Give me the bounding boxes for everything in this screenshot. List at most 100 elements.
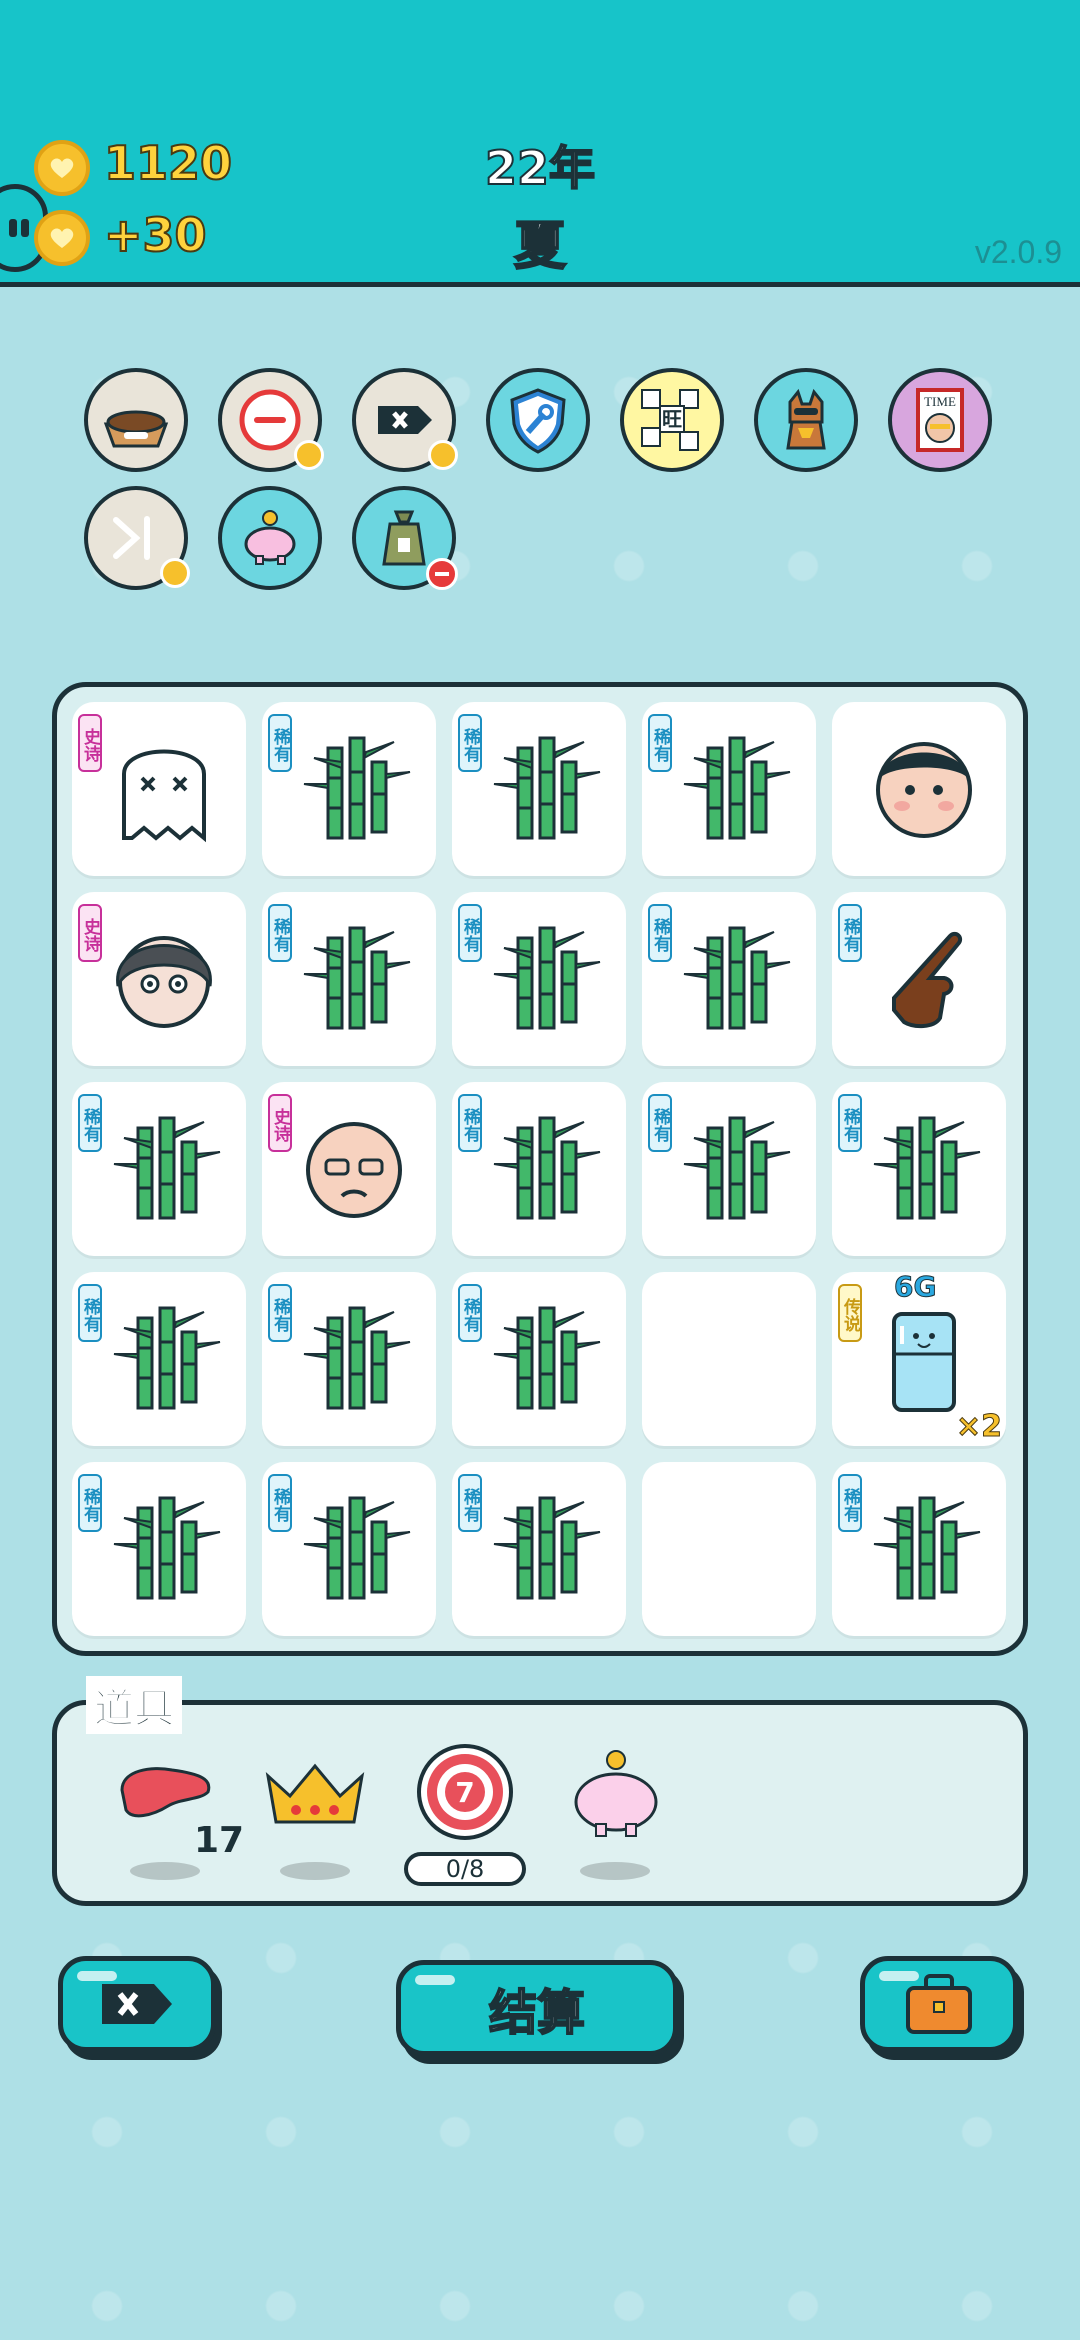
board-cell-empty[interactable] — [642, 1462, 816, 1636]
board-cell-bamboo[interactable]: 稀有 — [262, 702, 436, 876]
bamboo-icon — [104, 1298, 224, 1418]
rarity-tag: 稀有 — [458, 1474, 482, 1532]
board-cell-face-grey-hair[interactable]: 史诗 — [72, 892, 246, 1066]
board-cell-bamboo[interactable]: 稀有 — [452, 702, 626, 876]
tool-shadow — [580, 1862, 650, 1880]
relic-piggy-bank[interactable] — [218, 486, 322, 590]
rarity-tag: 史诗 — [78, 904, 102, 962]
crown-icon — [265, 1763, 365, 1824]
relic-pet-food-bowl[interactable] — [84, 368, 188, 472]
rarity-tag: 稀有 — [648, 904, 672, 962]
rarity-tag: 稀有 — [838, 1474, 862, 1532]
bamboo-icon — [294, 1488, 414, 1608]
minus-circle-icon — [239, 389, 301, 451]
relic-money-sack[interactable] — [352, 486, 458, 590]
board-cell-empty[interactable] — [642, 1272, 816, 1446]
tool-crown[interactable] — [260, 1740, 370, 1850]
rarity-tag: 稀有 — [268, 1474, 292, 1532]
board-cell-bamboo[interactable]: 稀有 — [452, 1272, 626, 1446]
relic-time-magazine[interactable]: TIME — [888, 368, 992, 472]
heart-badge-icon — [160, 558, 190, 588]
tools-title: 道具 — [86, 1676, 182, 1734]
relic-shiba-dog[interactable] — [754, 368, 858, 472]
cell-multiplier: ×2 — [955, 1409, 1002, 1445]
dartboard-number: 7 — [455, 1776, 474, 1809]
bamboo-icon — [484, 1488, 604, 1608]
delete-button[interactable] — [58, 1956, 216, 2052]
time-label: TIME — [924, 394, 956, 409]
dartboard-progress: 0/8 — [404, 1852, 526, 1886]
rarity-tag: 稀有 — [268, 904, 292, 962]
tool-shadow — [280, 1862, 350, 1880]
board-cell-bamboo[interactable]: 稀有 — [262, 892, 436, 1066]
shiba-dog-icon — [786, 388, 826, 450]
board-cell-bamboo[interactable]: 稀有 — [452, 1082, 626, 1256]
liver-count: 17 — [194, 1820, 245, 1861]
rarity-tag: 稀有 — [78, 1284, 102, 1342]
bamboo-icon — [674, 918, 794, 1038]
ghost-icon — [104, 728, 224, 848]
board-cell-bamboo[interactable]: 稀有 — [832, 1082, 1006, 1256]
briefcase-icon — [906, 1974, 972, 2034]
board-cell-face-old-man[interactable]: 史诗 — [262, 1082, 436, 1256]
bamboo-icon — [674, 728, 794, 848]
face-boy-icon — [864, 728, 984, 848]
board-cell-bamboo[interactable]: 稀有 — [452, 1462, 626, 1636]
board-cell-bamboo[interactable]: 稀有 — [72, 1082, 246, 1256]
heart-badge-icon — [294, 440, 324, 470]
board-cell-fridge[interactable]: 传说 6G ×2 — [832, 1270, 1006, 1446]
rarity-tag: 稀有 — [268, 714, 292, 772]
board-cell-pointing-hand[interactable]: 稀有 — [832, 892, 1006, 1066]
board-cell-bamboo[interactable]: 稀有 — [642, 1082, 816, 1256]
coins-per-turn: +30 — [103, 207, 208, 263]
relic-wang-tiles[interactable]: 旺 — [620, 368, 724, 472]
board-cell-bamboo[interactable]: 稀有 — [452, 892, 626, 1066]
pointing-hand-icon — [864, 918, 984, 1038]
board-cell-bamboo[interactable]: 稀有 — [262, 1462, 436, 1636]
pet-bowl-icon — [103, 410, 169, 448]
settle-button-label: 结算 — [488, 1984, 586, 2042]
board-cell-bamboo[interactable]: 稀有 — [832, 1462, 1006, 1636]
board-cell-ghost[interactable]: 史诗 — [72, 702, 246, 876]
delete-tag-icon — [378, 406, 432, 434]
bamboo-icon — [674, 1108, 794, 1228]
relic-wrench-shield[interactable] — [486, 368, 590, 472]
bamboo-icon — [294, 728, 414, 848]
rarity-tag: 稀有 — [458, 1094, 482, 1152]
relic-delete-tag[interactable] — [352, 368, 458, 472]
bamboo-icon — [294, 1298, 414, 1418]
fridge-icon — [864, 1298, 984, 1418]
tool-piggy-bank[interactable] — [560, 1740, 670, 1850]
bamboo-icon — [864, 1108, 984, 1228]
board-cell-bamboo[interactable]: 稀有 — [642, 702, 816, 876]
rarity-tag: 稀有 — [458, 1284, 482, 1342]
rarity-tag: 稀有 — [838, 904, 862, 962]
heart-badge-icon — [428, 440, 458, 470]
board-cell-face-boy[interactable] — [832, 702, 1006, 876]
face-old-man-icon — [294, 1108, 414, 1228]
season-label: 夏 — [513, 216, 567, 278]
board-cell-bamboo[interactable]: 稀有 — [72, 1462, 246, 1636]
relic-removal-token[interactable] — [218, 368, 324, 472]
settle-button[interactable]: 结算 — [396, 1960, 678, 2056]
rarity-tag: 稀有 — [268, 1284, 292, 1342]
coin-icon — [34, 140, 90, 196]
piggy-bank-icon — [244, 510, 296, 565]
coin-income-icon — [34, 210, 90, 266]
board-cell-bamboo[interactable]: 稀有 — [262, 1272, 436, 1446]
year-label: 22年 — [484, 140, 596, 196]
wrench-shield-icon — [510, 388, 566, 454]
bag-button[interactable] — [860, 1956, 1018, 2052]
bamboo-icon — [104, 1108, 224, 1228]
rarity-tag: 稀有 — [78, 1474, 102, 1532]
bamboo-icon — [484, 1298, 604, 1418]
tool-dartboard[interactable]: 7 — [410, 1740, 520, 1850]
board-cell-bamboo[interactable]: 稀有 — [72, 1272, 246, 1446]
wang-char: 旺 — [662, 407, 682, 431]
skip-arrow-icon — [113, 516, 150, 560]
relic-skip-arrow[interactable] — [84, 486, 190, 590]
piggy-bank-icon — [574, 1750, 658, 1837]
board-cell-bamboo[interactable]: 稀有 — [642, 892, 816, 1066]
rarity-tag: 稀有 — [648, 714, 672, 772]
bamboo-icon — [294, 918, 414, 1038]
